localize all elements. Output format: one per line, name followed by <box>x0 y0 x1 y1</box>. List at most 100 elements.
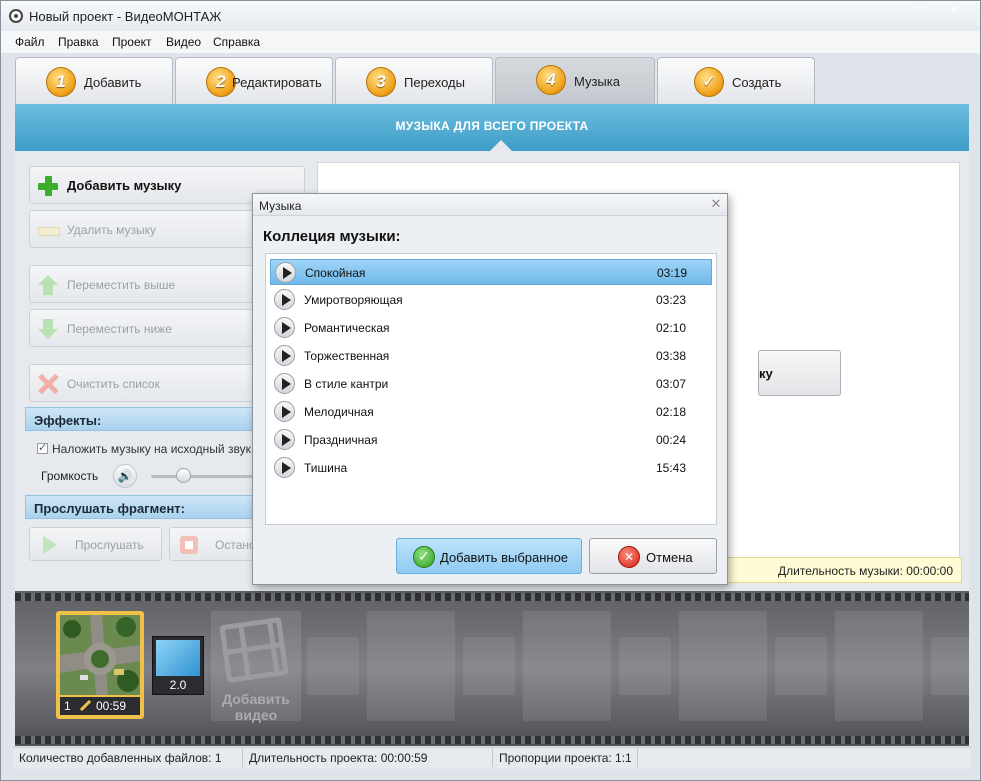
add-video-label: Добавить видео <box>222 691 290 723</box>
track-row[interactable]: Умиротворяющая 03:23 <box>270 287 712 313</box>
track-row[interactable]: Праздничная 00:24 <box>270 427 712 453</box>
cancel-label: Отмена <box>646 550 693 565</box>
tab-edit[interactable]: 2 Редактировать <box>175 57 333 104</box>
add-video-slot[interactable]: Добавить видео <box>211 611 301 723</box>
dialog-title-bar: Музыка ✕ <box>253 194 727 216</box>
minimize-icon[interactable]: – <box>881 1 907 19</box>
track-list: Спокойная 03:19 Умиротворяющая 03:23 Романти… <box>265 253 717 525</box>
track-name: Праздничная <box>304 433 378 447</box>
track-duration: 03:38 <box>656 349 687 363</box>
transition-tile[interactable]: 2.0 <box>152 636 204 695</box>
tab-label: Редактировать <box>232 75 322 90</box>
step-1-icon: 1 <box>46 67 76 97</box>
window-title: Новый проект - ВидеоМОНТАЖ <box>29 9 222 24</box>
play-icon[interactable] <box>274 457 295 478</box>
speaker-icon[interactable]: 🔊 <box>113 464 137 488</box>
listen-button[interactable]: Прослушать <box>29 527 162 561</box>
track-row[interactable]: В стиле кантри 03:07 <box>270 371 712 397</box>
status-bar: Количество добавленных файлов: 1 Длитель… <box>13 747 971 769</box>
menu-project[interactable]: Проект <box>112 35 152 49</box>
film-reel-icon <box>9 9 23 23</box>
track-name: Спокойная <box>305 266 366 280</box>
volume-slider-track[interactable] <box>151 475 255 478</box>
track-name: Романтическая <box>304 321 390 335</box>
play-icon[interactable] <box>274 401 295 422</box>
stop-icon <box>180 536 198 554</box>
track-duration: 03:07 <box>656 377 687 391</box>
volume-label: Громкость <box>41 469 99 483</box>
add-selected-button[interactable]: Добавить выбранное <box>396 538 582 574</box>
listen-label: Прослушать <box>75 538 144 552</box>
play-icon[interactable] <box>275 262 296 283</box>
music-duration: Длительность музыки: 00:00:00 <box>778 564 953 578</box>
tab-create[interactable]: ✓ Создать <box>657 57 815 104</box>
close-icon[interactable]: ✕ <box>933 1 977 19</box>
play-icon[interactable] <box>274 345 295 366</box>
remove-music-label: Удалить музыку <box>67 223 157 237</box>
track-duration: 03:19 <box>657 266 688 280</box>
overlay-music-checkbox[interactable]: Наложить музыку на исходный звук <box>37 442 265 456</box>
files-count: Количество добавленных файлов: 1 <box>19 751 222 765</box>
play-icon[interactable] <box>274 429 295 450</box>
clip-index: 1 <box>64 699 71 713</box>
play-icon[interactable] <box>274 373 295 394</box>
menu-file[interactable]: Файл <box>15 35 45 49</box>
tab-music[interactable]: 4 Музыка <box>495 57 655 104</box>
checkbox-checked-icon[interactable] <box>37 442 48 454</box>
arrow-down-icon <box>38 319 58 339</box>
track-row[interactable]: Торжественная 03:38 <box>270 343 712 369</box>
track-row[interactable]: Тишина 15:43 <box>270 455 712 481</box>
maximize-icon[interactable]: □ <box>907 1 933 19</box>
dialog-title: Музыка <box>259 199 302 213</box>
track-duration: 00:24 <box>656 433 687 447</box>
tab-add[interactable]: 1 Добавить <box>15 57 173 104</box>
step-4-icon: 4 <box>536 65 566 95</box>
transition-duration: 2.0 <box>169 678 187 692</box>
checkmark-icon: ✓ <box>694 67 724 97</box>
menu-bar: Файл Правка Проект Видео Справка <box>1 31 980 53</box>
cancel-button[interactable]: Отмена <box>589 538 717 574</box>
track-row[interactable]: Романтическая 02:10 <box>270 315 712 341</box>
music-collection-dialog: Музыка ✕ Коллеция музыки: Спокойная 03:19… <box>252 193 728 585</box>
track-row[interactable]: Спокойная 03:19 <box>270 259 712 285</box>
empty-clip-slot <box>835 611 923 721</box>
menu-video[interactable]: Видео <box>166 35 201 49</box>
step-3-icon: 3 <box>366 67 396 97</box>
dialog-heading: Коллеция музыки: <box>263 228 401 245</box>
tab-label: Переходы <box>404 75 465 90</box>
empty-transition-slot <box>775 637 827 695</box>
status-divider <box>637 749 638 767</box>
video-clip[interactable]: 1 00:59 <box>56 611 144 719</box>
pencil-icon[interactable] <box>80 700 91 711</box>
track-row[interactable]: Мелодичная 02:18 <box>270 399 712 425</box>
plus-icon <box>38 176 58 196</box>
add-music-label: Добавить музыку <box>67 178 182 193</box>
film-perforation <box>15 593 969 601</box>
arrow-up-icon <box>38 275 58 295</box>
stop-button[interactable]: Остановить <box>169 527 265 561</box>
close-icon[interactable]: ✕ <box>709 197 723 211</box>
move-down-label: Переместить ниже <box>67 322 172 336</box>
add-music-center-button[interactable]: ку <box>758 350 841 396</box>
tab-transitions[interactable]: 3 Переходы <box>335 57 493 104</box>
empty-transition-slot <box>307 637 359 695</box>
cancel-circle-icon <box>618 546 640 568</box>
title-bar: Новый проект - ВидеоМОНТАЖ – □ ✕ <box>1 1 980 31</box>
add-selected-label: Добавить выбранное <box>440 550 569 565</box>
volume-slider-handle[interactable] <box>176 468 191 483</box>
effects-header: Эффекты: <box>25 407 265 431</box>
add-music-center-label: ку <box>759 366 773 381</box>
menu-help[interactable]: Справка <box>213 35 260 49</box>
play-icon <box>40 536 58 554</box>
menu-edit[interactable]: Правка <box>58 35 99 49</box>
music-duration-bar: Длительность музыки: 00:00:00 <box>727 557 962 583</box>
play-icon[interactable] <box>274 317 295 338</box>
project-ratio: Пропорции проекта: 1:1 <box>499 751 632 765</box>
transition-thumbnail <box>156 640 200 676</box>
preview-title: Прослушать фрагмент: <box>34 501 185 516</box>
banner-title: МУЗЫКА ДЛЯ ВСЕГО ПРОЕКТА <box>395 119 589 133</box>
play-icon[interactable] <box>274 289 295 310</box>
empty-transition-slot <box>463 637 515 695</box>
move-up-label: Переместить выше <box>67 278 176 292</box>
clear-list-label: Очистить список <box>67 377 160 391</box>
